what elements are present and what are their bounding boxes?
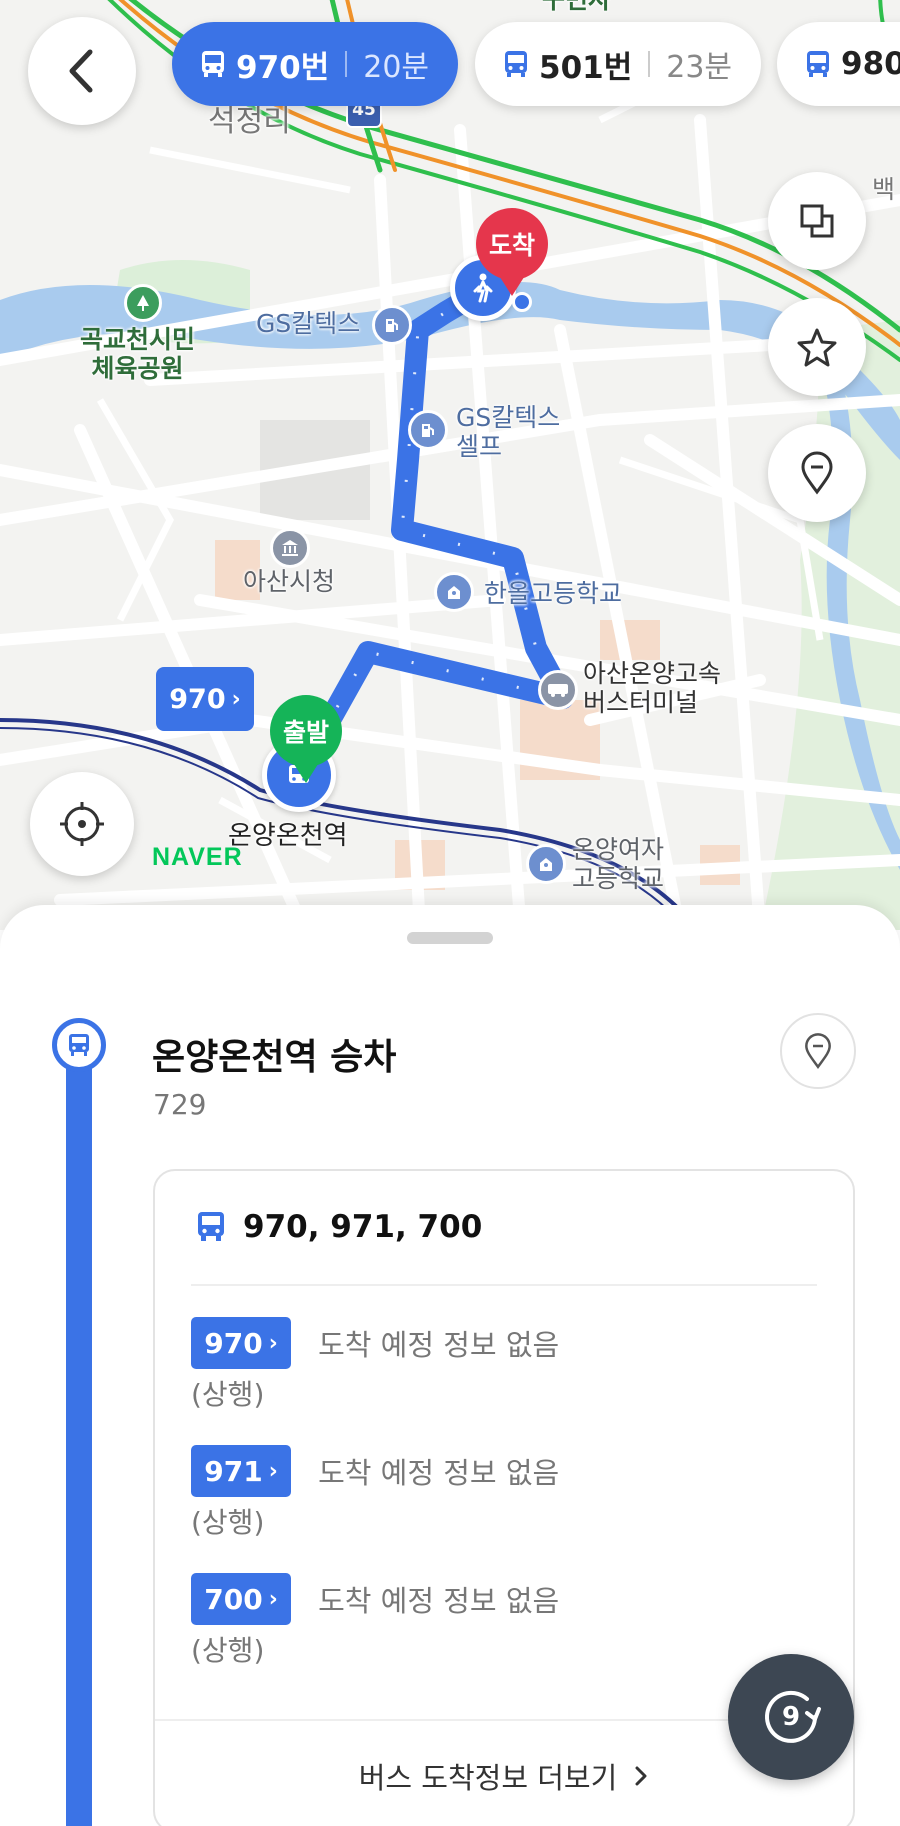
- arrival-message: 도착 예정 정보 없음: [318, 1456, 560, 1490]
- arrival-bus-number: 700: [204, 1582, 263, 1616]
- arrival-bus-badge-970[interactable]: 970 ›: [191, 1317, 291, 1369]
- park-icon: [124, 284, 162, 322]
- route-tab-970-duration: 20분: [363, 50, 430, 85]
- star-icon: [797, 328, 837, 367]
- chevron-left-icon: [69, 49, 93, 93]
- bus-icon: [505, 51, 527, 77]
- map-bus-tag[interactable]: 970 ›: [156, 667, 254, 731]
- route-tab-separator: [648, 51, 651, 77]
- chevron-right-icon: ›: [268, 1586, 278, 1612]
- start-pin-label: 출발: [282, 718, 329, 747]
- chevron-right-icon: [635, 1766, 647, 1786]
- city-hall-icon: [270, 528, 310, 568]
- layers-button[interactable]: [768, 172, 866, 270]
- route-tab-501-duration: 23분: [666, 50, 733, 85]
- arrival-row: 970 › 도착 예정 정보 없음 (상행): [191, 1317, 559, 1413]
- arrival-direction: (상행): [191, 1378, 265, 1411]
- route-tab-501[interactable]: 501번 23분: [475, 22, 761, 106]
- bus-icon: [202, 51, 224, 77]
- map-pin-icon: [805, 1033, 831, 1069]
- stop-location-button[interactable]: [780, 1013, 856, 1089]
- map-view[interactable]: 45 석정리 구변사 백 곡교천시민 체육공원 GS칼텍스 GS칼텍스 셀프 아…: [0, 0, 900, 930]
- route-tab-separator: [345, 51, 348, 77]
- arrival-message: 도착 예정 정보 없음: [318, 1328, 560, 1362]
- sheet-drag-handle[interactable]: [407, 932, 493, 944]
- card-divider: [191, 1284, 817, 1286]
- map-label-top-cut: 구변사: [542, 0, 611, 15]
- map-label-right-cut: 백: [872, 175, 896, 204]
- bus-icon: [198, 1212, 224, 1241]
- crosshair-icon: [60, 802, 104, 846]
- place-button[interactable]: [768, 424, 866, 522]
- arrival-bus-badge-971[interactable]: 971 ›: [191, 1445, 291, 1497]
- arrival-bus-number: 971: [204, 1454, 263, 1488]
- bus-icon: [807, 51, 829, 77]
- map-label-city-hall: 아산시청: [243, 567, 336, 596]
- map-label-station: 온양온천역: [228, 821, 348, 851]
- route-tab-501-number: 501번: [539, 49, 633, 86]
- arrival-direction: (상행): [191, 1506, 265, 1539]
- gas-station-icon: [372, 305, 412, 345]
- chevron-right-icon: ›: [268, 1458, 278, 1484]
- back-button[interactable]: [28, 17, 136, 125]
- map-label-gas-station-2: GS칼텍스 셀프: [456, 403, 561, 461]
- timeline-bus-icon: [52, 1018, 106, 1072]
- favorite-button[interactable]: [768, 298, 866, 396]
- stop-id: 729: [153, 1088, 207, 1121]
- map-label-district: 석정리: [208, 104, 291, 139]
- start-pin-bubble: 출발: [270, 695, 342, 767]
- gas-station-self-icon: [408, 410, 448, 450]
- refresh-button[interactable]: 9: [728, 1654, 854, 1780]
- route-tab-970[interactable]: 970번 20분: [172, 22, 458, 106]
- refresh-countdown: 9: [781, 1702, 801, 1732]
- bus-list-numbers: 970, 971, 700: [243, 1209, 483, 1245]
- route-tab-980-number: 980: [841, 46, 900, 82]
- map-label-park: 곡교천시민 체육공원: [80, 325, 196, 383]
- end-pin-bubble: 도착: [476, 208, 548, 280]
- more-arrivals-label: 버스 도착정보 더보기: [358, 1761, 618, 1795]
- arrival-bus-number: 970: [204, 1326, 263, 1360]
- map-label-gas-station-1: GS칼텍스: [256, 309, 361, 338]
- bus-terminal-icon: [538, 670, 578, 710]
- route-timeline-bar: [66, 1025, 92, 1826]
- school-icon: [434, 572, 474, 612]
- locate-button[interactable]: [30, 772, 134, 876]
- arrival-direction: (상행): [191, 1634, 265, 1667]
- naver-logo: NAVER: [152, 843, 243, 871]
- start-pin[interactable]: 출발: [270, 695, 342, 767]
- arrival-message: 도착 예정 정보 없음: [318, 1584, 560, 1618]
- route-tab-970-number: 970번: [236, 49, 330, 86]
- bus-list-header: 970, 971, 700: [195, 1209, 482, 1245]
- arrival-row: 971 › 도착 예정 정보 없음 (상행): [191, 1445, 559, 1541]
- end-pin[interactable]: 도착: [476, 208, 548, 280]
- map-base: [0, 0, 900, 930]
- school-2-icon: [526, 844, 566, 884]
- arrival-bus-badge-700[interactable]: 700 ›: [191, 1573, 291, 1625]
- map-pin-icon: [801, 451, 833, 495]
- stop-name: 온양온천역 승차: [152, 1037, 397, 1078]
- arrival-row: 700 › 도착 예정 정보 없음 (상행): [191, 1573, 559, 1669]
- map-label-school-2: 온양여자 고등학교: [572, 835, 665, 893]
- map-bus-tag-number: 970: [169, 683, 226, 715]
- layers-icon: [800, 204, 834, 238]
- end-pin-label: 도착: [488, 231, 535, 260]
- map-label-school-1: 한올고등학교: [484, 579, 623, 608]
- route-tab-980[interactable]: 980: [777, 22, 900, 106]
- map-label-terminal: 아산온양고속 버스터미널: [583, 659, 722, 717]
- chevron-right-icon: ›: [231, 686, 241, 712]
- chevron-right-icon: ›: [268, 1330, 278, 1356]
